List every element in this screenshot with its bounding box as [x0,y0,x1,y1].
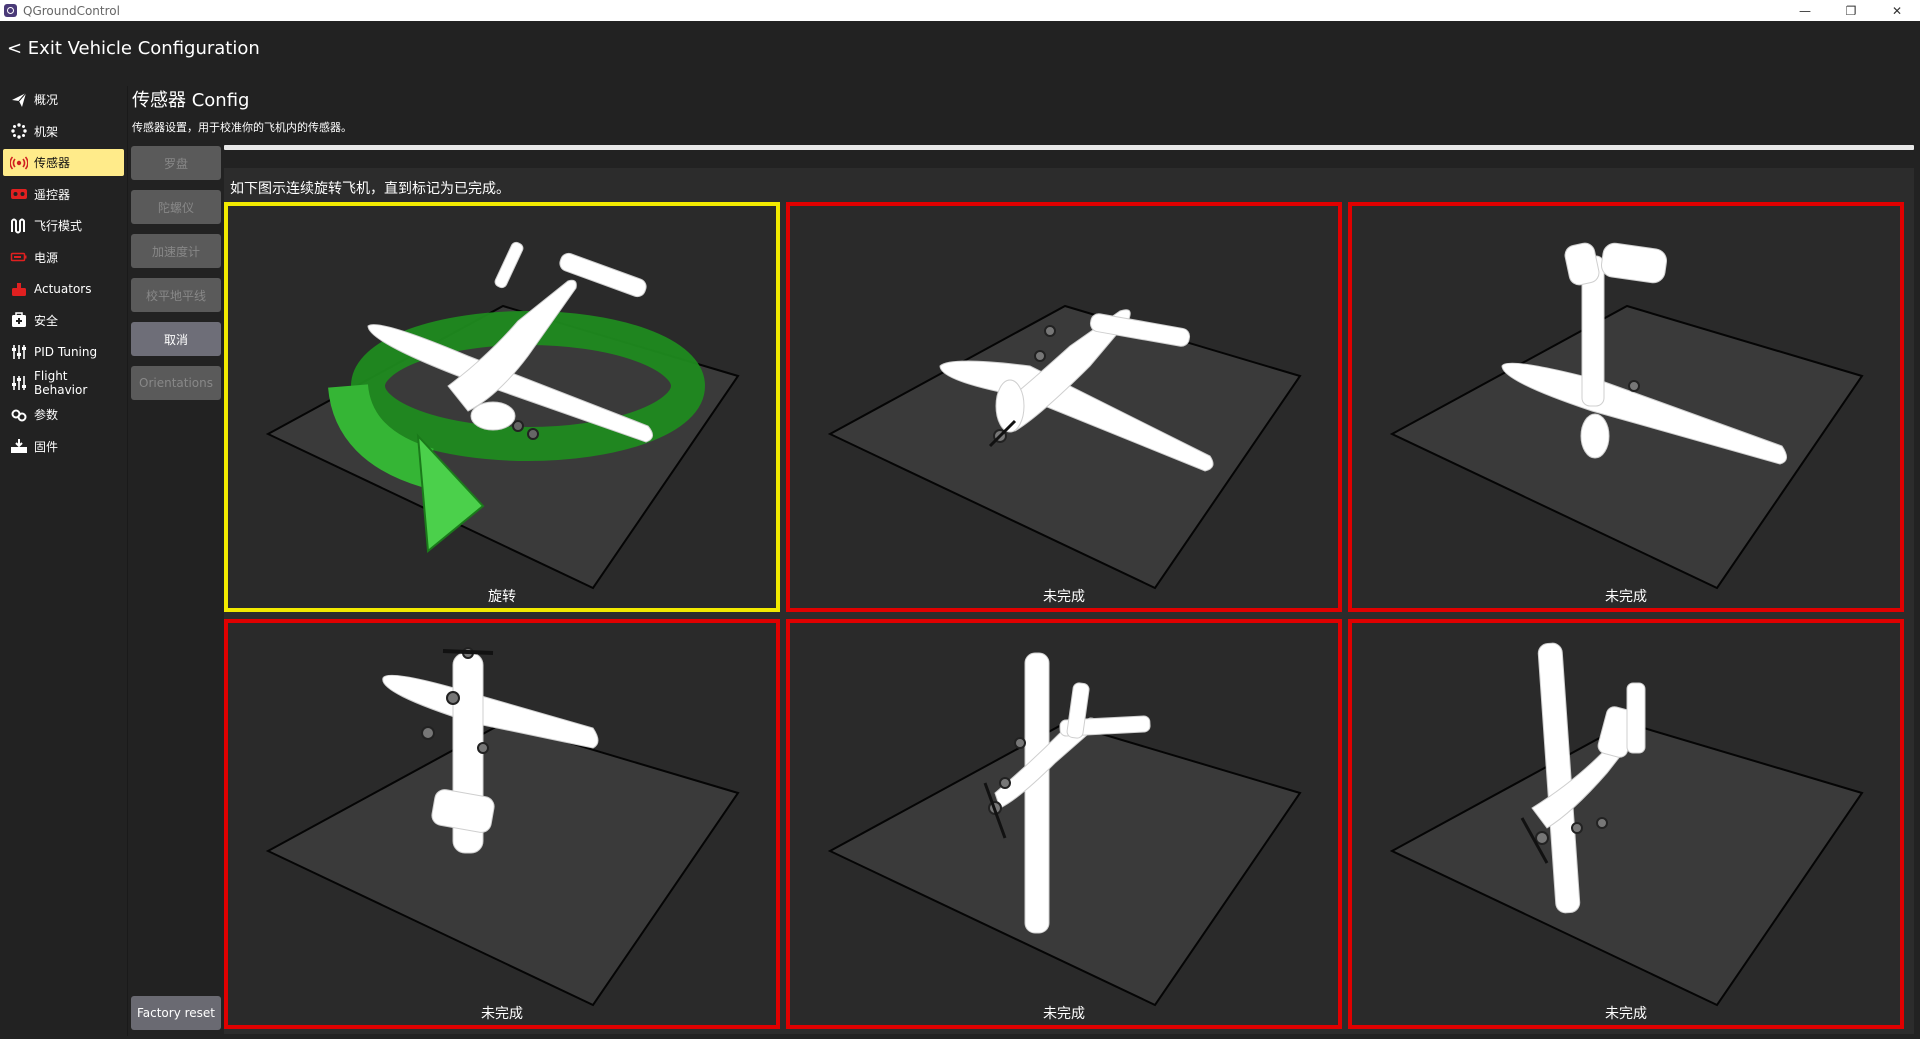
page-description: 传感器设置，用于校准你的飞机内的传感器。 [132,121,352,134]
sidebar-divider [127,86,128,1036]
tuning-icon [10,343,28,361]
window-title: QGroundControl [23,3,120,18]
safety-icon [10,311,28,329]
sidebar-item-label: 参数 [34,408,59,422]
orientation-tile-1: 旋转 [224,202,780,612]
battery-icon [10,248,28,266]
compass-button[interactable]: 罗盘 [131,146,221,180]
radio-icon [10,185,28,203]
sidebar-item-label: 机架 [34,124,59,139]
sidebar-item-pid-tuning[interactable]: PID Tuning [3,338,124,365]
plane-orientation-illustration [827,652,1302,1007]
sidebar-item-label: Actuators [34,281,92,296]
sidebar-item-label: Flight Behavior [34,369,88,397]
orientation-tile-4: 未完成 [224,619,780,1029]
calibration-instruction: 如下图示连续旋转飞机，直到标记为已完成。 [230,181,510,197]
level-horizon-button[interactable]: 校平地平线 [131,278,221,312]
qgc-app-icon [4,4,17,17]
plane-orientation-illustration [265,647,740,1007]
sidebar-item-label: 固件 [34,439,59,454]
calibration-button-column: 罗盘 陀螺仪 加速度计 校平地平线 取消 Orientations [131,146,222,410]
sidebar-item-label: 电源 [34,250,59,265]
paper-plane-icon [10,91,28,109]
sidebar-item-firmware[interactable]: 固件 [3,433,124,460]
sensors-icon [10,154,28,172]
tuning-icon [10,374,28,392]
actuators-icon [10,280,28,298]
plane-orientation-illustration [1389,642,1864,1007]
tile-status-label: 未完成 [1605,589,1647,605]
minimize-button[interactable]: — [1782,0,1828,21]
sidebar-item-flight-modes[interactable]: 飞行模式 [3,212,124,239]
sidebar-item-label: PID Tuning [34,344,98,359]
tile-status-label: 旋转 [488,589,516,605]
sidebar: 概况 机架 传感器 遥控器 飞行模式 电源 Actuators 安全 PID T… [0,86,126,464]
orientation-tile-6: 未完成 [1348,619,1904,1029]
airframe-icon [10,122,28,140]
tile-status-label: 未完成 [1043,589,1085,605]
cancel-button[interactable]: 取消 [131,322,221,356]
accelerometer-button[interactable]: 加速度计 [131,234,221,268]
sidebar-item-actuators[interactable]: Actuators [3,275,124,302]
sidebar-item-label: 传感器 [34,156,71,170]
factory-reset-button[interactable]: Factory reset [131,996,221,1030]
parameters-icon [10,406,28,424]
sidebar-item-radio[interactable]: 遥控器 [3,181,124,208]
sidebar-item-safety[interactable]: 安全 [3,307,124,334]
orientation-tile-3: 未完成 [1348,202,1904,612]
close-button[interactable]: ✕ [1874,0,1920,21]
orientations-button[interactable]: Orientations [131,366,221,400]
window-controls: — ❐ ✕ [1782,0,1920,21]
plane-orientation-illustration [827,304,1302,590]
sidebar-item-parameters[interactable]: 参数 [3,401,124,428]
tile-status-label: 未完成 [1043,1006,1085,1022]
page-title: 传感器 Config [132,90,250,111]
plane-rotation-illustration [265,241,740,590]
firmware-icon [10,437,28,455]
sidebar-item-summary[interactable]: 概况 [3,86,124,113]
sidebar-item-label: 遥控器 [34,187,71,202]
sidebar-item-airframe[interactable]: 机架 [3,118,124,145]
sidebar-item-label: 飞行模式 [34,219,83,233]
tile-status-label: 未完成 [481,1006,523,1022]
gyroscope-button[interactable]: 陀螺仪 [131,190,221,224]
plane-orientation-illustration [1389,242,1864,590]
sidebar-item-power[interactable]: 电源 [3,244,124,271]
calibration-progress-bar [224,145,1914,150]
orientation-tile-2: 未完成 [786,202,1342,612]
sidebar-item-label: 概况 [34,93,59,107]
orientation-tile-5: 未完成 [786,619,1342,1029]
sidebar-item-flight-behavior[interactable]: Flight Behavior [3,369,124,397]
restore-button[interactable]: ❐ [1828,0,1874,21]
flight-modes-icon [10,217,28,235]
window-title-bar: QGroundControl — ❐ ✕ [0,0,1920,21]
sidebar-item-label: 安全 [34,313,59,328]
exit-vehicle-configuration-link[interactable]: < Exit Vehicle Configuration [7,38,260,59]
tile-status-label: 未完成 [1605,1006,1647,1022]
sidebar-item-sensors[interactable]: 传感器 [3,149,124,176]
